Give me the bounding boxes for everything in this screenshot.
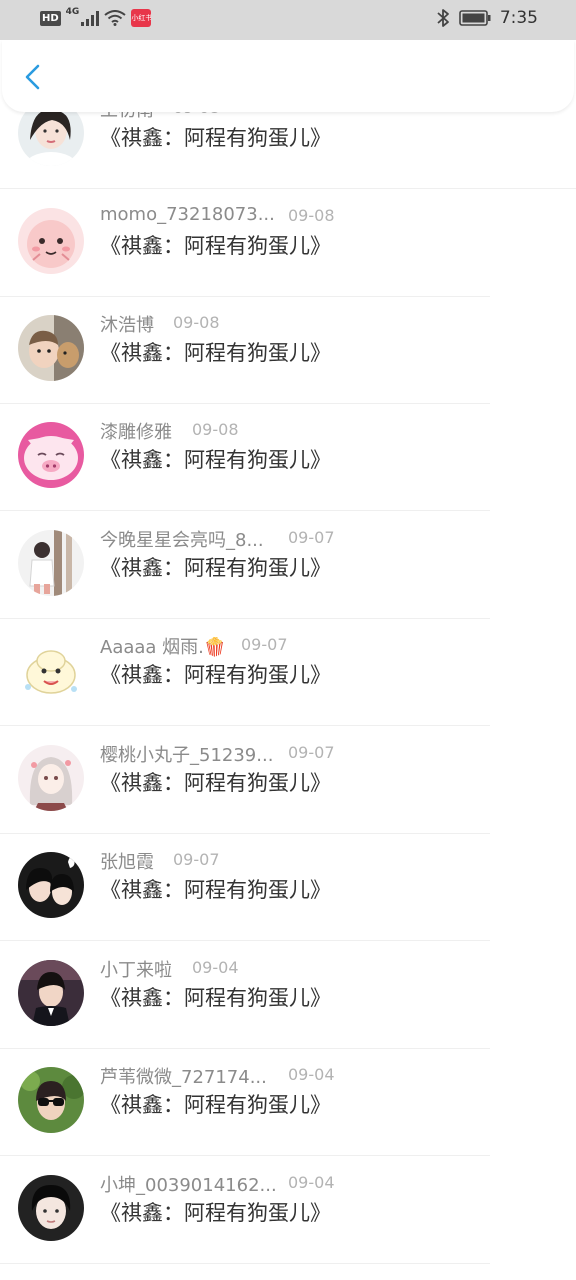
avatar[interactable]: [18, 530, 84, 596]
app-notification-badge: 小红书: [131, 9, 152, 27]
bluetooth-icon: [437, 9, 449, 27]
battery-icon: [459, 10, 491, 26]
date: 09-08: [288, 206, 335, 225]
divider: [0, 1263, 490, 1264]
username[interactable]: momo_73218073...: [100, 204, 275, 225]
avatar[interactable]: [18, 315, 84, 381]
avatar[interactable]: [18, 745, 84, 811]
list-item[interactable]: momo_73218073... 09-08 《祺鑫：阿程有狗蛋儿》: [0, 190, 576, 297]
username[interactable]: Aaaaa 烟雨.🍿: [100, 633, 226, 659]
username[interactable]: 今晚星星会亮吗_8...: [100, 526, 264, 552]
message-text[interactable]: 《祺鑫：阿程有狗蛋儿》: [100, 230, 331, 260]
avatar[interactable]: [18, 852, 84, 918]
username[interactable]: 小丁来啦: [100, 956, 172, 982]
avatar[interactable]: [18, 1067, 84, 1133]
message-text[interactable]: 《祺鑫：阿程有狗蛋儿》: [100, 1089, 331, 1119]
divider: [0, 725, 490, 726]
date: 09-07: [288, 743, 335, 762]
back-button[interactable]: [20, 62, 50, 92]
username[interactable]: 芦苇微微_727174...: [100, 1063, 267, 1089]
divider: [0, 188, 576, 189]
date: 09-08: [173, 313, 220, 332]
list-item[interactable]: 漆雕修雅 09-08 《祺鑫：阿程有狗蛋儿》: [0, 404, 576, 511]
list-item[interactable]: 芦苇微微_727174... 09-04 《祺鑫：阿程有狗蛋儿》: [0, 1049, 576, 1156]
username[interactable]: 樱桃小丸子_51239...: [100, 741, 273, 767]
divider: [0, 510, 490, 511]
date: 09-07: [288, 528, 335, 547]
divider: [0, 1155, 490, 1156]
avatar[interactable]: [18, 637, 84, 703]
date: 09-08: [192, 420, 239, 439]
date: 09-04: [192, 958, 239, 977]
list-item[interactable]: 小坤_0039014162... 09-04 《祺鑫：阿程有狗蛋儿》: [0, 1157, 576, 1264]
date: 09-04: [288, 1173, 335, 1192]
divider: [0, 940, 490, 941]
list-item[interactable]: 今晚星星会亮吗_8... 09-07 《祺鑫：阿程有狗蛋儿》: [0, 512, 576, 619]
message-text[interactable]: 《祺鑫：阿程有狗蛋儿》: [100, 1197, 331, 1227]
avatar[interactable]: [18, 960, 84, 1026]
date: 09-07: [241, 635, 288, 654]
status-bar: HD 4G 小红书 7:35: [0, 0, 576, 40]
message-text[interactable]: 《祺鑫：阿程有狗蛋儿》: [100, 337, 331, 367]
username[interactable]: 张旭霞: [100, 848, 154, 874]
list-item[interactable]: Aaaaa 烟雨.🍿 09-07 《祺鑫：阿程有狗蛋儿》: [0, 619, 576, 726]
avatar[interactable]: [18, 422, 84, 488]
message-text[interactable]: 《祺鑫：阿程有狗蛋儿》: [100, 659, 331, 689]
list-item[interactable]: 沐浩博 09-08 《祺鑫：阿程有狗蛋儿》: [0, 297, 576, 404]
avatar[interactable]: [18, 1175, 84, 1241]
message-text[interactable]: 《祺鑫：阿程有狗蛋儿》: [100, 444, 331, 474]
date: 09-07: [173, 850, 220, 869]
username[interactable]: 小坤_0039014162...: [100, 1171, 277, 1197]
date: 09-04: [288, 1065, 335, 1084]
clock: 7:35: [499, 8, 538, 28]
message-text[interactable]: 《祺鑫：阿程有狗蛋儿》: [100, 122, 331, 152]
avatar[interactable]: [18, 208, 84, 274]
message-text[interactable]: 《祺鑫：阿程有狗蛋儿》: [100, 552, 331, 582]
signal-icon: [81, 11, 100, 26]
network-type: 4G: [65, 7, 80, 17]
chevron-left-icon: [25, 64, 40, 90]
message-text[interactable]: 《祺鑫：阿程有狗蛋儿》: [100, 874, 331, 904]
list-item[interactable]: 小丁来啦 09-04 《祺鑫：阿程有狗蛋儿》: [0, 942, 576, 1049]
screen: 王初南 09-08 《祺鑫：阿程有狗蛋儿》 momo_73218073... 0…: [0, 0, 576, 1280]
username[interactable]: 沐浩博: [100, 311, 154, 337]
list-item[interactable]: 张旭霞 09-07 《祺鑫：阿程有狗蛋儿》: [0, 834, 576, 941]
message-text[interactable]: 《祺鑫：阿程有狗蛋儿》: [100, 982, 331, 1012]
wifi-icon: [104, 10, 126, 26]
hd-badge: HD: [40, 10, 61, 26]
message-text[interactable]: 《祺鑫：阿程有狗蛋儿》: [100, 767, 331, 797]
top-bar: [2, 40, 574, 112]
list-item[interactable]: 樱桃小丸子_51239... 09-07 《祺鑫：阿程有狗蛋儿》: [0, 727, 576, 834]
username[interactable]: 漆雕修雅: [100, 418, 172, 444]
